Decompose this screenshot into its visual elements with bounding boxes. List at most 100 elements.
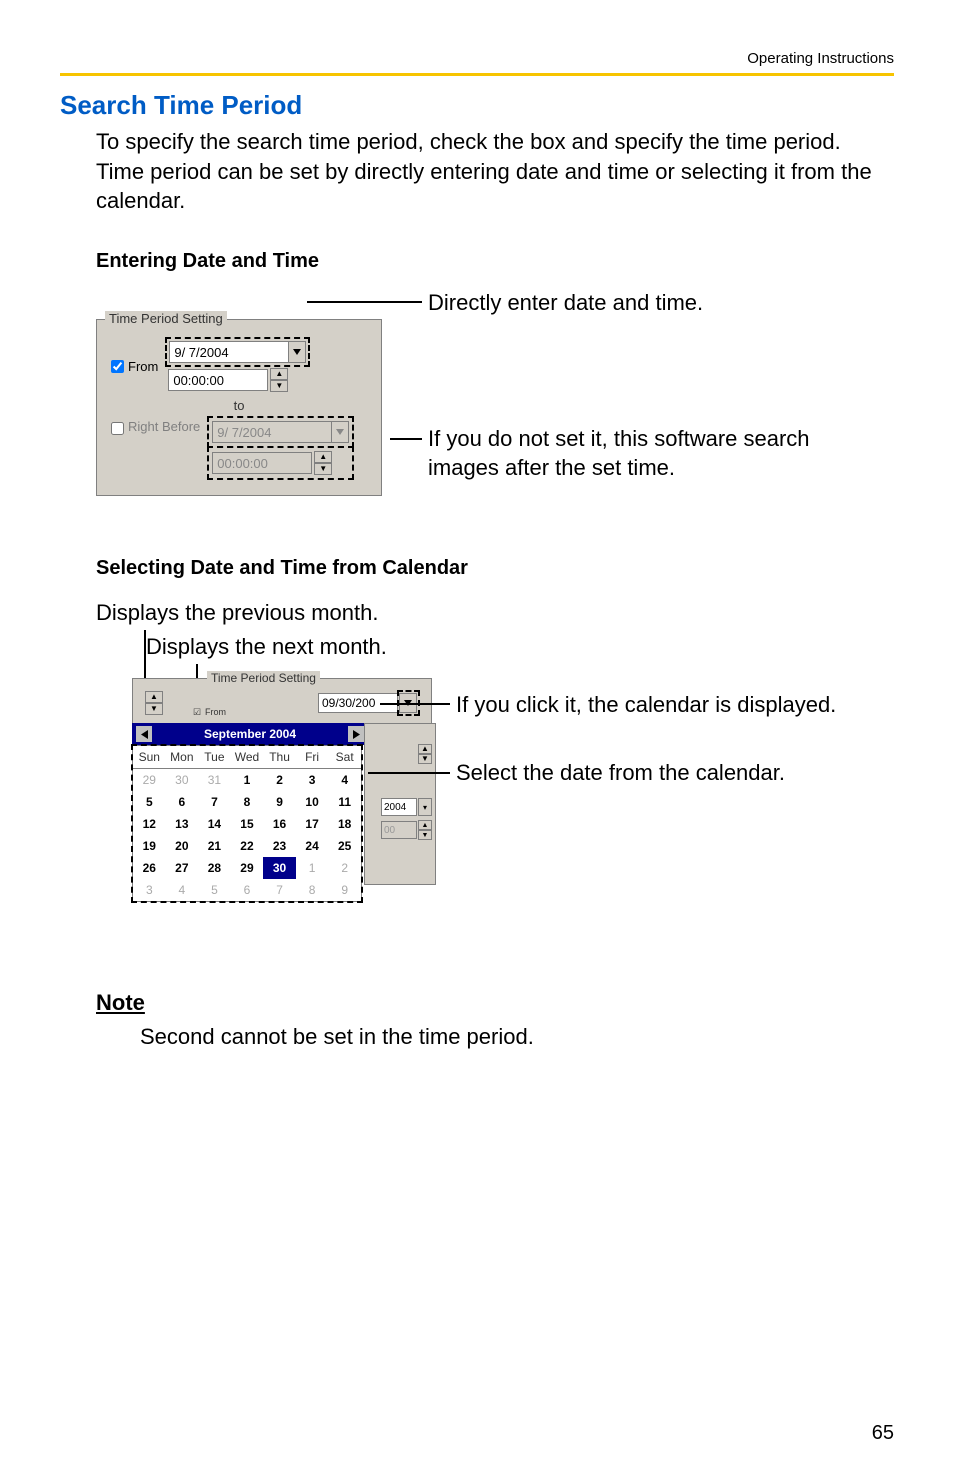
note-heading: Note: [96, 990, 894, 1016]
from-time-input[interactable]: 00:00:00: [168, 369, 268, 391]
annotation-open-calendar: If you click it, the calendar is display…: [456, 692, 836, 718]
leader-line: [368, 772, 450, 774]
cal-from-spinner[interactable]: ▲ ▼: [143, 691, 163, 715]
next-month-button[interactable]: [348, 726, 364, 742]
spin-down-icon: ▼: [145, 703, 163, 715]
cal-day-cell[interactable]: 23: [263, 835, 296, 857]
spin-up-icon: ▲: [145, 691, 163, 703]
leader-line: [380, 703, 450, 705]
time-period-panel: Time Period Setting From 9/ 7/2004: [96, 319, 382, 496]
chevron-left-icon: [141, 730, 148, 739]
note-body: Second cannot be set in the time period.: [140, 1024, 894, 1050]
cal-day-cell[interactable]: 31: [198, 769, 231, 792]
cal-day-cell[interactable]: 12: [133, 813, 166, 835]
from-date-dropdown[interactable]: [288, 341, 306, 363]
to-label: to: [107, 398, 371, 413]
cal-day-cell[interactable]: 1: [296, 857, 329, 879]
spin-down-icon: ▼: [314, 463, 332, 475]
annotation-not-set: If you do not set it, this software sear…: [428, 425, 878, 482]
right-before-label: Right Before: [128, 419, 200, 434]
cal-side-year-dd[interactable]: ▾: [418, 798, 432, 816]
spin-down-icon: ▼: [418, 754, 432, 764]
cal-side-spinner: ▲ ▼: [418, 820, 432, 840]
cal-day-cell[interactable]: 27: [166, 857, 199, 879]
leader-line: [307, 301, 422, 303]
cal-day-cell[interactable]: 21: [198, 835, 231, 857]
from-time-spinner[interactable]: ▲ ▼: [270, 368, 288, 392]
cal-month-bar: September 2004: [132, 723, 368, 745]
from-label: From: [128, 359, 158, 374]
cal-dow-label: Fri: [296, 746, 329, 769]
cal-day-cell[interactable]: 2: [328, 857, 361, 879]
cal-day-cell[interactable]: 9: [328, 879, 361, 901]
header-divider: [60, 73, 894, 76]
cal-day-cell[interactable]: 3: [133, 879, 166, 901]
cal-side-panel: ▲ ▼ 2004 ▾ 00 ▲ ▼: [364, 723, 436, 885]
cal-month-label: September 2004: [204, 727, 296, 741]
spin-down-icon: ▼: [418, 830, 432, 840]
rb-time-spinner: ▲ ▼: [314, 451, 332, 475]
cal-day-cell[interactable]: 20: [166, 835, 199, 857]
section-intro: To specify the search time period, check…: [96, 127, 894, 216]
cal-day-cell[interactable]: 18: [328, 813, 361, 835]
cal-day-cell[interactable]: 25: [328, 835, 361, 857]
cal-day-cell[interactable]: 15: [231, 813, 264, 835]
cal-panel-legend: Time Period Setting: [207, 671, 320, 685]
cal-side-year[interactable]: 2004: [381, 798, 417, 816]
cal-from-label: From: [205, 707, 226, 717]
header-doc-label: Operating Instructions: [60, 50, 894, 73]
caption-next-month: Displays the next month.: [146, 634, 894, 660]
cal-day-cell[interactable]: 10: [296, 791, 329, 813]
cal-dow-label: Sun: [133, 746, 166, 769]
cal-day-cell[interactable]: 30: [166, 769, 199, 792]
cal-day-cell[interactable]: 4: [328, 769, 361, 792]
spin-up-icon: ▲: [418, 744, 432, 754]
cal-day-cell[interactable]: 3: [296, 769, 329, 792]
cal-day-cell[interactable]: 11: [328, 791, 361, 813]
cal-day-cell[interactable]: 9: [263, 791, 296, 813]
cal-day-cell[interactable]: 16: [263, 813, 296, 835]
panel-legend: Time Period Setting: [105, 311, 227, 326]
cal-day-cell[interactable]: 29: [133, 769, 166, 792]
spin-up-icon: ▲: [418, 820, 432, 830]
cal-day-cell[interactable]: 26: [133, 857, 166, 879]
cal-day-cell[interactable]: 2: [263, 769, 296, 792]
cal-day-cell[interactable]: 22: [231, 835, 264, 857]
cal-day-cell[interactable]: 7: [198, 791, 231, 813]
rb-time-input: 00:00:00: [212, 452, 312, 474]
cal-day-cell[interactable]: 14: [198, 813, 231, 835]
cal-day-cell[interactable]: 17: [296, 813, 329, 835]
cal-day-cell[interactable]: 19: [133, 835, 166, 857]
chevron-right-icon: [353, 730, 360, 739]
cal-day-cell[interactable]: 1: [231, 769, 264, 792]
cal-day-cell[interactable]: 6: [231, 879, 264, 901]
subhead-calendar: Selecting Date and Time from Calendar: [96, 557, 894, 580]
cal-day-cell[interactable]: 6: [166, 791, 199, 813]
annotation-select-date: Select the date from the calendar.: [456, 760, 785, 786]
page-number: 65: [872, 1422, 894, 1445]
cal-day-cell[interactable]: 5: [133, 791, 166, 813]
cal-dow-label: Sat: [328, 746, 361, 769]
prev-month-button[interactable]: [136, 726, 152, 742]
cal-day-cell[interactable]: 8: [231, 791, 264, 813]
cal-day-cell[interactable]: 7: [263, 879, 296, 901]
chevron-down-icon: [293, 349, 301, 355]
right-before-checkbox[interactable]: [111, 422, 124, 435]
cal-day-cell[interactable]: 28: [198, 857, 231, 879]
cal-day-cell[interactable]: 4: [166, 879, 199, 901]
cal-day-cell[interactable]: 8: [296, 879, 329, 901]
cal-top-panel: Time Period Setting ▲ ▼ ☑ From 09/30/200: [132, 678, 432, 724]
cal-day-cell[interactable]: 24: [296, 835, 329, 857]
cal-day-cell[interactable]: 29: [231, 857, 264, 879]
cal-dow-label: Thu: [263, 746, 296, 769]
calendar-grid[interactable]: SunMonTueWedThuFriSat 293031123456789101…: [132, 745, 362, 902]
cal-day-cell[interactable]: 5: [198, 879, 231, 901]
from-date-input[interactable]: 9/ 7/2004: [169, 341, 289, 363]
rb-date-input: 9/ 7/2004: [212, 421, 332, 443]
spin-up-icon: ▲: [314, 451, 332, 463]
cal-day-cell[interactable]: 30: [263, 857, 296, 879]
spin-down-icon: ▼: [270, 380, 288, 392]
from-checkbox[interactable]: [111, 360, 124, 373]
chevron-down-icon: [336, 429, 344, 435]
cal-day-cell[interactable]: 13: [166, 813, 199, 835]
